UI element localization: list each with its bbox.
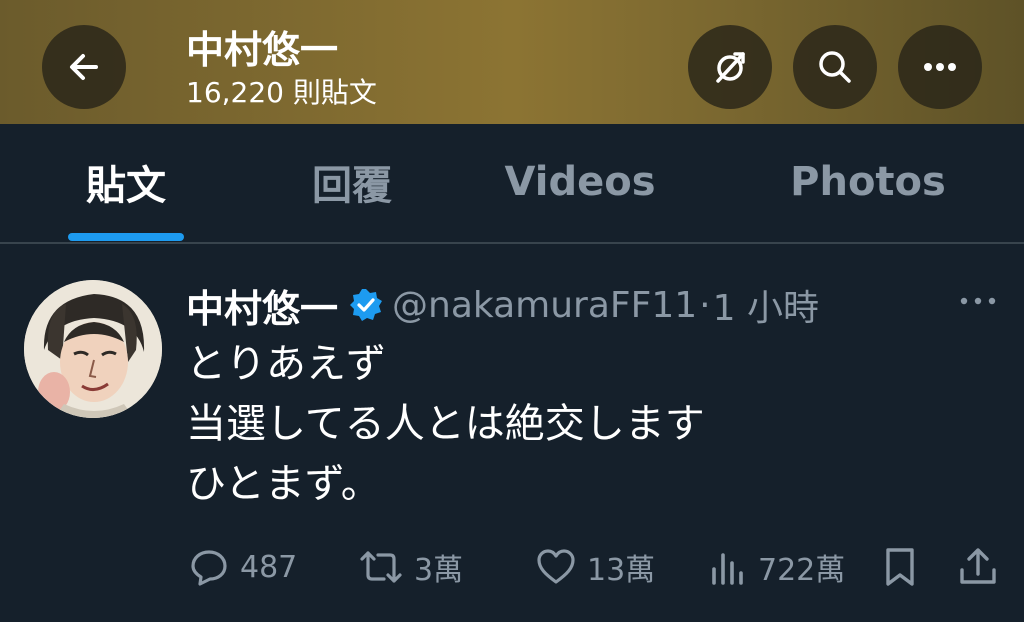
back-button[interactable]	[42, 25, 126, 109]
reply-button[interactable]: 487	[188, 542, 297, 592]
profile-title: 中村悠一	[186, 28, 339, 72]
tweet-actions: 487 3萬 13萬 722萬	[0, 542, 1024, 592]
view-count: 722萬	[758, 553, 846, 588]
profile-tabs: 貼文 回覆 Videos Photos	[0, 124, 1024, 244]
arrow-left-icon	[64, 47, 104, 87]
bookmark-icon	[882, 546, 928, 588]
tweet-text: とりあえず 当選してる人とは絶交します ひとまず。	[186, 334, 986, 514]
views-button[interactable]: 722萬	[708, 542, 845, 592]
post-count: 16,220 則貼文	[186, 76, 377, 109]
author-handle[interactable]: @nakamuraFF11	[392, 285, 697, 326]
unfollow-icon	[709, 46, 751, 88]
heart-icon	[535, 547, 587, 587]
more-horizontal-icon	[958, 292, 998, 311]
bar-chart-icon	[708, 547, 758, 587]
tweet-line: とりあえず	[186, 341, 386, 387]
share-icon	[958, 546, 1008, 588]
more-horizontal-icon	[920, 61, 960, 73]
search-button[interactable]	[793, 25, 877, 109]
active-tab-indicator	[68, 233, 184, 241]
tab-photos[interactable]: Photos	[760, 124, 976, 240]
tweet-more-button[interactable]	[958, 292, 998, 312]
profile-header: 中村悠一 16,220 則貼文	[0, 0, 1024, 124]
tweet[interactable]: 中村悠一 @nakamuraFF11 · 1 小時 とりあえず 当選してる人とは…	[0, 242, 1024, 622]
tweet-header: 中村悠一 @nakamuraFF11 · 1 小時	[186, 278, 819, 333]
retweet-icon	[358, 547, 414, 587]
more-button[interactable]	[898, 25, 982, 109]
tab-replies[interactable]: 回覆	[278, 124, 426, 240]
author-name[interactable]: 中村悠一	[186, 278, 338, 333]
avatar[interactable]	[24, 280, 162, 418]
share-button[interactable]	[958, 542, 1008, 592]
unfollow-button[interactable]	[688, 25, 772, 109]
separator-dot: ·	[699, 284, 711, 326]
retweet-button[interactable]: 3萬	[358, 542, 463, 592]
verified-badge-icon	[348, 287, 384, 323]
retweet-count: 3萬	[414, 553, 464, 588]
tweet-timestamp[interactable]: 1 小時	[713, 279, 819, 331]
search-icon	[814, 46, 856, 88]
tweet-line: 当選してる人とは絶交します	[186, 401, 705, 447]
tab-videos[interactable]: Videos	[480, 124, 680, 240]
like-count: 13萬	[587, 553, 656, 588]
reply-icon	[188, 546, 240, 588]
reply-count: 487	[240, 549, 298, 585]
tab-posts[interactable]: 貼文	[54, 124, 198, 240]
tweet-line: ひとまず。	[186, 461, 381, 507]
like-button[interactable]: 13萬	[535, 542, 655, 592]
bookmark-button[interactable]	[882, 542, 928, 592]
